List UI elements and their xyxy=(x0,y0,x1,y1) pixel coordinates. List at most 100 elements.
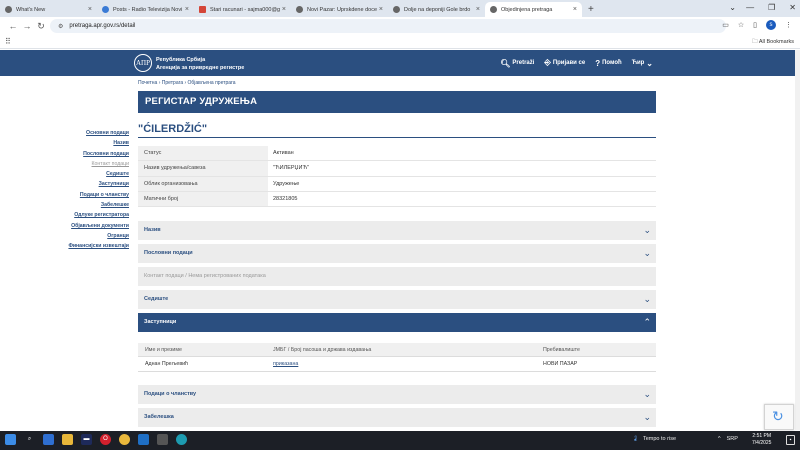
page-title: РЕГИСТАР УДРУЖЕЊА xyxy=(138,91,656,113)
opera-icon[interactable]: O xyxy=(100,434,111,445)
tab-close-icon[interactable]: × xyxy=(282,6,286,13)
search-icon[interactable]: ⌕ xyxy=(24,434,35,445)
tab-close-icon[interactable]: × xyxy=(476,6,480,13)
browser-tab-active[interactable]: Objedinjena pretraga × xyxy=(485,2,582,17)
section-zastupnici[interactable]: Заступници ⌃ xyxy=(138,313,656,332)
recaptcha-badge[interactable]: ↻ xyxy=(764,404,794,430)
divider xyxy=(138,137,656,138)
tab-favicon-icon xyxy=(102,6,109,13)
header-nav: 🔍︎ Pretraži ⎆ Пријави се ? Помоћ Ћир ⌄ xyxy=(500,58,655,68)
left-nav-item[interactable]: Финансијски извештаји xyxy=(40,241,129,251)
page-scrollbar[interactable] xyxy=(795,50,800,430)
windows-taskbar: ⌕ ▬ O 🌡︎ Tempo to rise ^ SRP 2:51 PM 7/4/… xyxy=(0,431,800,450)
left-nav-item[interactable]: Подаци о чланству xyxy=(40,190,129,200)
show-id-link[interactable]: приказана xyxy=(273,357,298,371)
left-nav-item[interactable]: Назив xyxy=(40,138,129,148)
left-nav-item[interactable]: Забелешке xyxy=(40,200,129,210)
section-zabeleske[interactable]: Забелешка ⌄ xyxy=(138,408,656,427)
toolbar-right: ▭ ☆ ▯ s ⋮ xyxy=(722,20,792,30)
chevron-down-icon: ⌄ xyxy=(643,225,651,235)
apr-logo[interactable]: АПР xyxy=(134,54,152,72)
file-explorer-icon[interactable] xyxy=(62,434,73,445)
menu-icon[interactable]: ⋮ xyxy=(785,21,792,29)
address-bar: ← → ↻ ⚙ pretraga.apr.gov.rs/detail ▭ ☆ ▯… xyxy=(0,17,800,35)
chevron-up-icon: ⌃ xyxy=(643,317,651,327)
left-nav-item[interactable]: Пословни подаци xyxy=(40,149,129,159)
left-nav-item[interactable]: Основни подаци xyxy=(40,128,129,138)
search-link[interactable]: 🔍︎ Pretraži xyxy=(500,59,534,68)
close-icon[interactable]: ✕ xyxy=(789,3,796,12)
breadcrumb[interactable]: Почетна › Претрага › Објављена претрага xyxy=(138,80,236,86)
outlook-icon[interactable] xyxy=(138,434,149,445)
edge-icon[interactable] xyxy=(176,434,187,445)
browser-tab[interactable]: Novi Pazar: Uprskdene docenti × xyxy=(291,2,388,17)
left-nav-item[interactable]: Огранци xyxy=(40,231,129,241)
left-nav-item[interactable]: Одлуке регистратора xyxy=(40,210,129,220)
search-icon: 🔍︎ xyxy=(500,58,511,68)
taskbar-apps: ⌕ ▬ O xyxy=(5,434,187,445)
help-icon: ? xyxy=(595,58,601,68)
site-info-icon[interactable]: ⚙ xyxy=(58,23,63,30)
url-input[interactable]: ⚙ pretraga.apr.gov.rs/detail xyxy=(50,19,726,33)
notification-icon[interactable]: ▪ xyxy=(786,435,795,445)
app-icon[interactable]: ▬ xyxy=(81,434,92,445)
cast-icon[interactable]: ▭ xyxy=(722,21,729,29)
windows-start-icon[interactable] xyxy=(5,434,16,445)
language-select[interactable]: Ћир ⌄ xyxy=(632,59,655,68)
left-nav-item[interactable]: Седиште xyxy=(40,169,129,179)
login-link[interactable]: ⎆ Пријави се xyxy=(544,58,585,68)
bookmark-star-icon[interactable]: ☆ xyxy=(738,21,744,29)
tab-close-icon[interactable]: × xyxy=(573,6,577,13)
section-kontakt: Контакт подаци / Нема регистрованих пода… xyxy=(138,267,656,286)
left-nav: Основни подаци Назив Пословни подаци Кон… xyxy=(40,128,129,252)
thermometer-icon: 🌡︎ xyxy=(632,436,639,442)
recaptcha-icon: ↻ xyxy=(772,408,784,424)
section-clanstvo[interactable]: Подаци о чланству ⌄ xyxy=(138,385,656,404)
back-icon[interactable]: ← xyxy=(6,21,20,31)
forward-icon[interactable]: → xyxy=(20,21,34,31)
browser-tab[interactable]: Posts - Radio Televizija Novi Pa × xyxy=(97,2,194,17)
chevron-up-icon[interactable]: ^ xyxy=(718,436,721,442)
maximize-icon[interactable]: ❐ xyxy=(768,3,775,12)
url-text: pretraga.apr.gov.rs/detail xyxy=(69,23,136,29)
browser-tab[interactable]: Dolje na deponiji Gole brdo × xyxy=(388,2,485,17)
reload-icon[interactable]: ↻ xyxy=(34,21,48,32)
weather-widget[interactable]: 🌡︎ Tempo to rise xyxy=(632,436,676,442)
minimize-icon[interactable]: — xyxy=(746,3,754,12)
site-header: АПР Република Србија Агенција за привред… xyxy=(0,50,795,76)
chevron-down-icon: ⌄ xyxy=(643,412,651,422)
section-poslovni[interactable]: Пословни подаци ⌄ xyxy=(138,244,656,263)
tab-favicon-icon xyxy=(490,6,497,13)
app-icon[interactable] xyxy=(157,434,168,445)
section-sediste[interactable]: Седиште ⌄ xyxy=(138,290,656,309)
browser-tab[interactable]: Stari racunari - sajma000@gm × xyxy=(194,2,291,17)
section-naziv[interactable]: Назив ⌄ xyxy=(138,221,656,240)
entity-name: "ĆILERDŽIĆ" xyxy=(138,123,208,135)
chevron-down-icon: ⌄ xyxy=(643,389,651,399)
tab-search-icon[interactable]: ⌄ xyxy=(729,3,736,12)
representatives-header: Име и презиме ЈМБГ / Број пасоша и држав… xyxy=(138,343,656,357)
sidepanel-icon[interactable]: ▯ xyxy=(753,21,757,29)
help-link[interactable]: ? Помоћ xyxy=(595,59,621,68)
left-nav-item[interactable]: Заступници xyxy=(40,179,129,189)
login-icon: ⎆ xyxy=(544,58,551,67)
clock[interactable]: 2:51 PM 7/4/2025 xyxy=(752,433,771,447)
chrome-icon[interactable] xyxy=(119,434,130,445)
all-bookmarks-link[interactable]: 🗀 All Bookmarks xyxy=(752,38,794,47)
tab-close-icon[interactable]: × xyxy=(185,6,189,13)
table-row: Матични број 28321805 xyxy=(138,191,656,208)
new-tab-button[interactable]: + xyxy=(588,2,594,17)
tab-favicon-icon xyxy=(199,6,206,13)
left-nav-item[interactable]: Објављени документи xyxy=(40,221,129,231)
browser-tab[interactable]: What's New × xyxy=(0,2,97,17)
widgets-icon[interactable] xyxy=(43,434,54,445)
table-row: Аднан Прељевић приказана НОВИ ПАЗАР xyxy=(138,357,656,372)
apps-grid-icon[interactable]: ⠿ xyxy=(5,37,11,46)
org-name: Република Србија Агенција за привредне р… xyxy=(156,57,245,71)
system-tray: ^ SRP xyxy=(718,436,738,442)
tab-close-icon[interactable]: × xyxy=(379,6,383,13)
profile-avatar[interactable]: s xyxy=(766,20,776,30)
tab-close-icon[interactable]: × xyxy=(88,6,92,13)
left-nav-item: Контакт подаци xyxy=(91,160,129,167)
tab-favicon-icon xyxy=(393,6,400,13)
